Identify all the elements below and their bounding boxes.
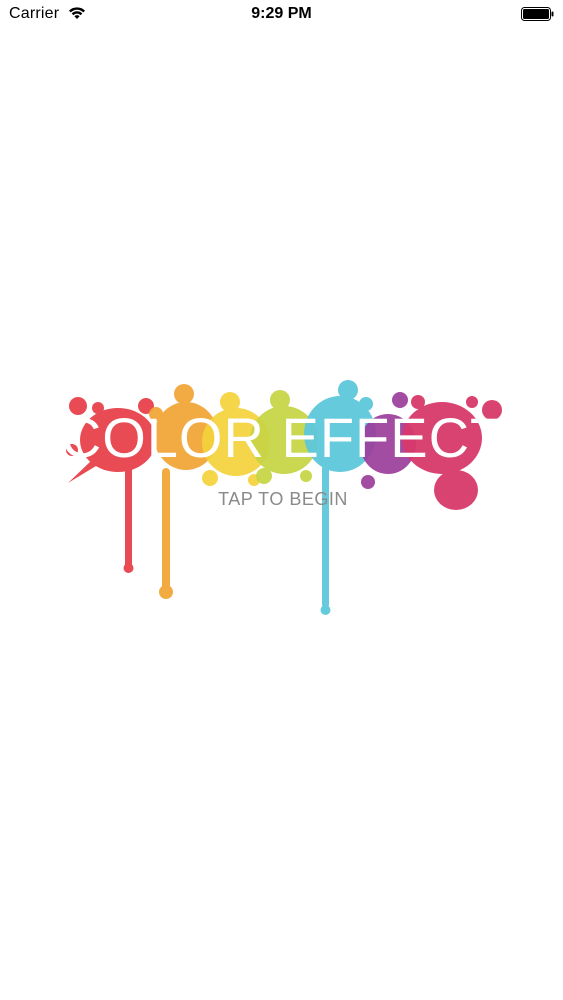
battery-icon xyxy=(521,7,555,21)
tap-to-begin-button[interactable]: TAP TO BEGIN xyxy=(58,489,508,510)
status-bar: Carrier 9:29 PM xyxy=(0,0,563,30)
app-title: COLOR EFFECT xyxy=(60,406,506,469)
status-time: 9:29 PM xyxy=(251,5,312,22)
